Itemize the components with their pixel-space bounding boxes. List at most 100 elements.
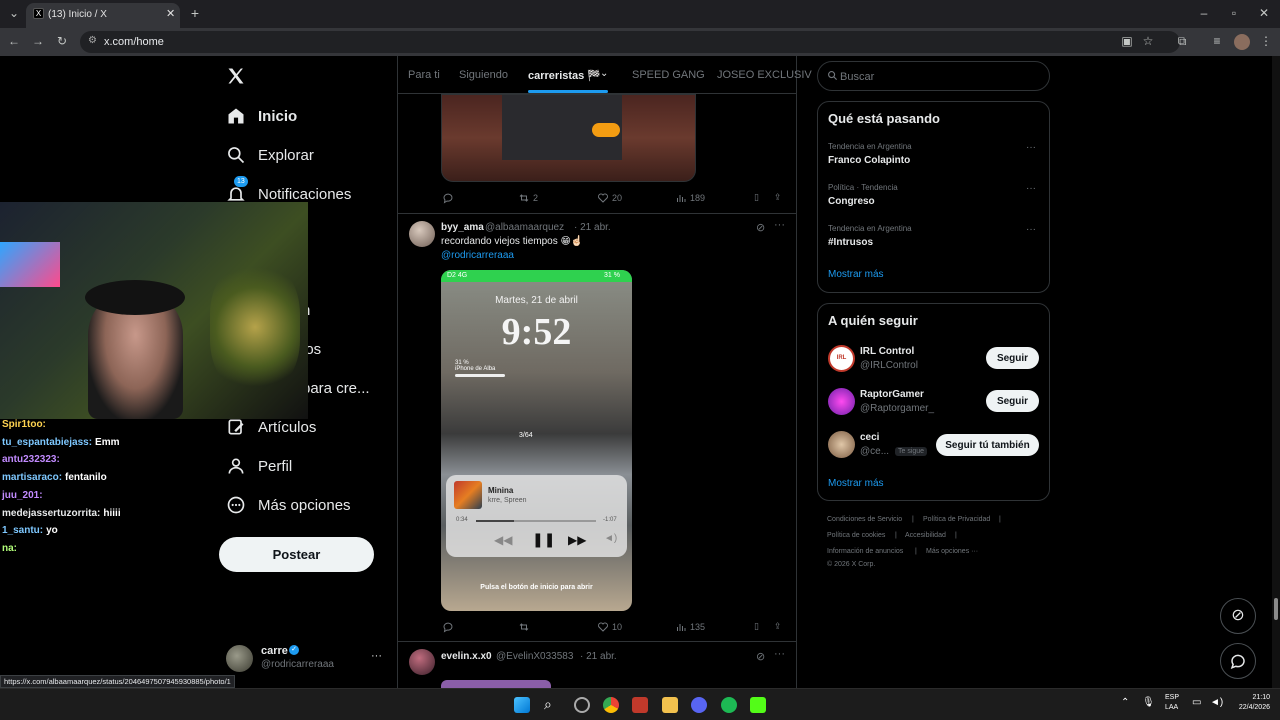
news-app-icon[interactable] [632, 697, 648, 713]
like-button[interactable]: 10 [597, 621, 622, 633]
retweet-button[interactable]: 2 [518, 192, 538, 204]
extensions-icon[interactable]: ⧉ [1174, 34, 1190, 50]
tweet-author-handle[interactable]: @albaamaarquez [485, 222, 564, 233]
search-icon[interactable]: ⌕ [544, 697, 560, 713]
reply-button[interactable] [442, 621, 457, 633]
mic-icon[interactable]: 🎙 [1142, 697, 1155, 708]
follow-button[interactable]: Seguir [986, 390, 1039, 412]
footer-link-ads[interactable]: Información de anuncios [827, 548, 903, 555]
spotify-icon[interactable] [721, 697, 737, 713]
grok-icon[interactable]: ⊘ [756, 221, 765, 234]
tab-para-ti[interactable]: Para ti [408, 69, 440, 81]
tweet-more-icon[interactable]: ··· [774, 648, 785, 660]
tweet-more-icon[interactable]: ··· [774, 219, 785, 231]
avatar[interactable]: IRL [828, 345, 855, 372]
follow-show-more[interactable]: Mostrar más [828, 478, 884, 489]
trends-show-more[interactable]: Mostrar más [828, 269, 884, 280]
browser-menu-icon[interactable]: ⋮ [1258, 34, 1274, 50]
retweet-button[interactable] [518, 621, 533, 633]
grok-icon[interactable]: ⊘ [756, 650, 765, 663]
site-info-icon[interactable]: ⚙ [88, 35, 97, 46]
url-input[interactable]: ⚙ x.com/home [80, 31, 1180, 53]
minimize-icon[interactable]: – [1196, 6, 1212, 22]
footer-link-privacy[interactable]: Política de Privacidad [923, 516, 990, 523]
tab-joseo[interactable]: JOSEO EXCLUSIV [717, 69, 812, 81]
x-logo-icon[interactable] [226, 66, 248, 88]
kick-icon[interactable] [750, 697, 766, 713]
tab-siguiendo[interactable]: Siguiendo [459, 69, 508, 81]
network-icon[interactable]: ▭ [1192, 697, 1201, 708]
clock[interactable]: 21:10 22/4/2026 [1228, 693, 1270, 713]
post-button[interactable]: Postear [219, 537, 374, 572]
trend-item[interactable]: Tendencia en Argentina #Intrusos ··· [818, 222, 1049, 262]
trend-item[interactable]: Tendencia en Argentina Franco Colapinto … [818, 140, 1049, 180]
like-button[interactable]: 20 [597, 192, 622, 204]
trend-item[interactable]: Política · Tendencia Congreso ··· [818, 181, 1049, 221]
tweet-media[interactable] [441, 680, 551, 688]
search-input[interactable]: Buscar [817, 61, 1050, 91]
follow-button[interactable]: Seguir [986, 347, 1039, 369]
account-switcher[interactable]: carre ✓ @rodricarreraaa ··· [226, 644, 386, 674]
chrome-icon[interactable] [603, 697, 619, 713]
reading-list-icon[interactable]: ≡ [1209, 34, 1225, 50]
bookmark-star-icon[interactable]: ☆ [1140, 34, 1156, 50]
follow-name[interactable]: IRL Control [860, 346, 914, 357]
browser-tab[interactable]: X (13) Inicio / X ✕ [26, 3, 180, 28]
tweet-date[interactable]: · 21 abr. [580, 651, 617, 662]
share-icon[interactable]: ⇪ [774, 621, 782, 632]
tab-carreristas[interactable]: carreristas 🏁 [528, 69, 601, 82]
avatar[interactable] [409, 221, 435, 247]
tab-close-icon[interactable]: ✕ [166, 7, 175, 20]
footer-link-more[interactable]: Más opciones ··· [926, 548, 978, 555]
avatar[interactable] [409, 649, 435, 675]
trend-more-icon[interactable]: ··· [1026, 183, 1036, 194]
volume-icon[interactable]: ◄) [1210, 697, 1223, 708]
follow-name[interactable]: RaptorGamer [860, 389, 924, 400]
reply-button[interactable] [442, 192, 457, 204]
profile-avatar[interactable] [1234, 34, 1250, 50]
views-button[interactable]: 135 [675, 621, 705, 633]
follow-handle[interactable]: @ce... [860, 446, 889, 457]
follow-handle[interactable]: @IRLControl [860, 360, 918, 371]
trend-more-icon[interactable]: ··· [1026, 224, 1036, 235]
tray-chevron-icon[interactable]: ⌃ [1121, 697, 1129, 708]
tweet-mention[interactable]: @rodricarreraaa [441, 250, 514, 261]
messages-button[interactable] [1220, 643, 1256, 679]
windows-start-icon[interactable] [514, 697, 530, 713]
tab-search-icon[interactable]: ⌄ [6, 6, 22, 22]
tweet-author-name[interactable]: byy_ama [441, 222, 484, 233]
forward-icon[interactable]: → [30, 34, 46, 50]
tweet-date[interactable]: · 21 abr. [574, 222, 611, 233]
tweet-image[interactable]: D2 4G 31 % Martes, 21 de abril 9:52 31 %… [441, 270, 632, 611]
language-indicator[interactable]: ESP LAA [1165, 693, 1179, 713]
follow-back-button[interactable]: Seguir tú también [936, 434, 1039, 456]
bookmark-icon[interactable]: ▯ [754, 192, 759, 203]
window-close-icon[interactable]: ✕ [1256, 6, 1272, 22]
avatar[interactable] [828, 388, 855, 415]
back-icon[interactable]: ← [6, 34, 22, 50]
trend-more-icon[interactable]: ··· [1026, 142, 1036, 153]
bookmark-icon[interactable]: ▯ [754, 621, 759, 632]
maximize-icon[interactable]: ▫ [1226, 6, 1242, 22]
follow-name[interactable]: ceci [860, 432, 879, 443]
views-button[interactable]: 189 [675, 192, 705, 204]
nav-more[interactable]: Más opciones [226, 489, 351, 521]
page-scrollbar[interactable] [1272, 56, 1280, 688]
app-icon[interactable] [574, 697, 590, 713]
nav-profile[interactable]: Perfil [226, 450, 292, 482]
discord-icon[interactable] [691, 697, 707, 713]
footer-link-terms[interactable]: Condiciones de Servicio [827, 516, 902, 523]
grok-button-icon[interactable]: ⊘ [1220, 598, 1256, 634]
chevron-down-icon[interactable]: ⌄ [600, 68, 608, 79]
nav-explore[interactable]: Explorar [226, 139, 314, 171]
tweet-media[interactable] [441, 94, 696, 182]
footer-link-cookies[interactable]: Política de cookies [827, 532, 885, 539]
footer-link-accessibility[interactable]: Accesibilidad [905, 532, 946, 539]
tweet-author-name[interactable]: evelin.x.x0 [441, 651, 492, 662]
scrollbar-thumb[interactable] [1274, 598, 1278, 620]
tweet-author-handle[interactable]: @EvelinX033583 [496, 651, 573, 662]
avatar[interactable] [828, 431, 855, 458]
follow-handle[interactable]: @Raptorgamer_ [860, 403, 934, 414]
folder-icon[interactable] [662, 697, 678, 713]
nav-home[interactable]: Inicio [226, 100, 297, 132]
